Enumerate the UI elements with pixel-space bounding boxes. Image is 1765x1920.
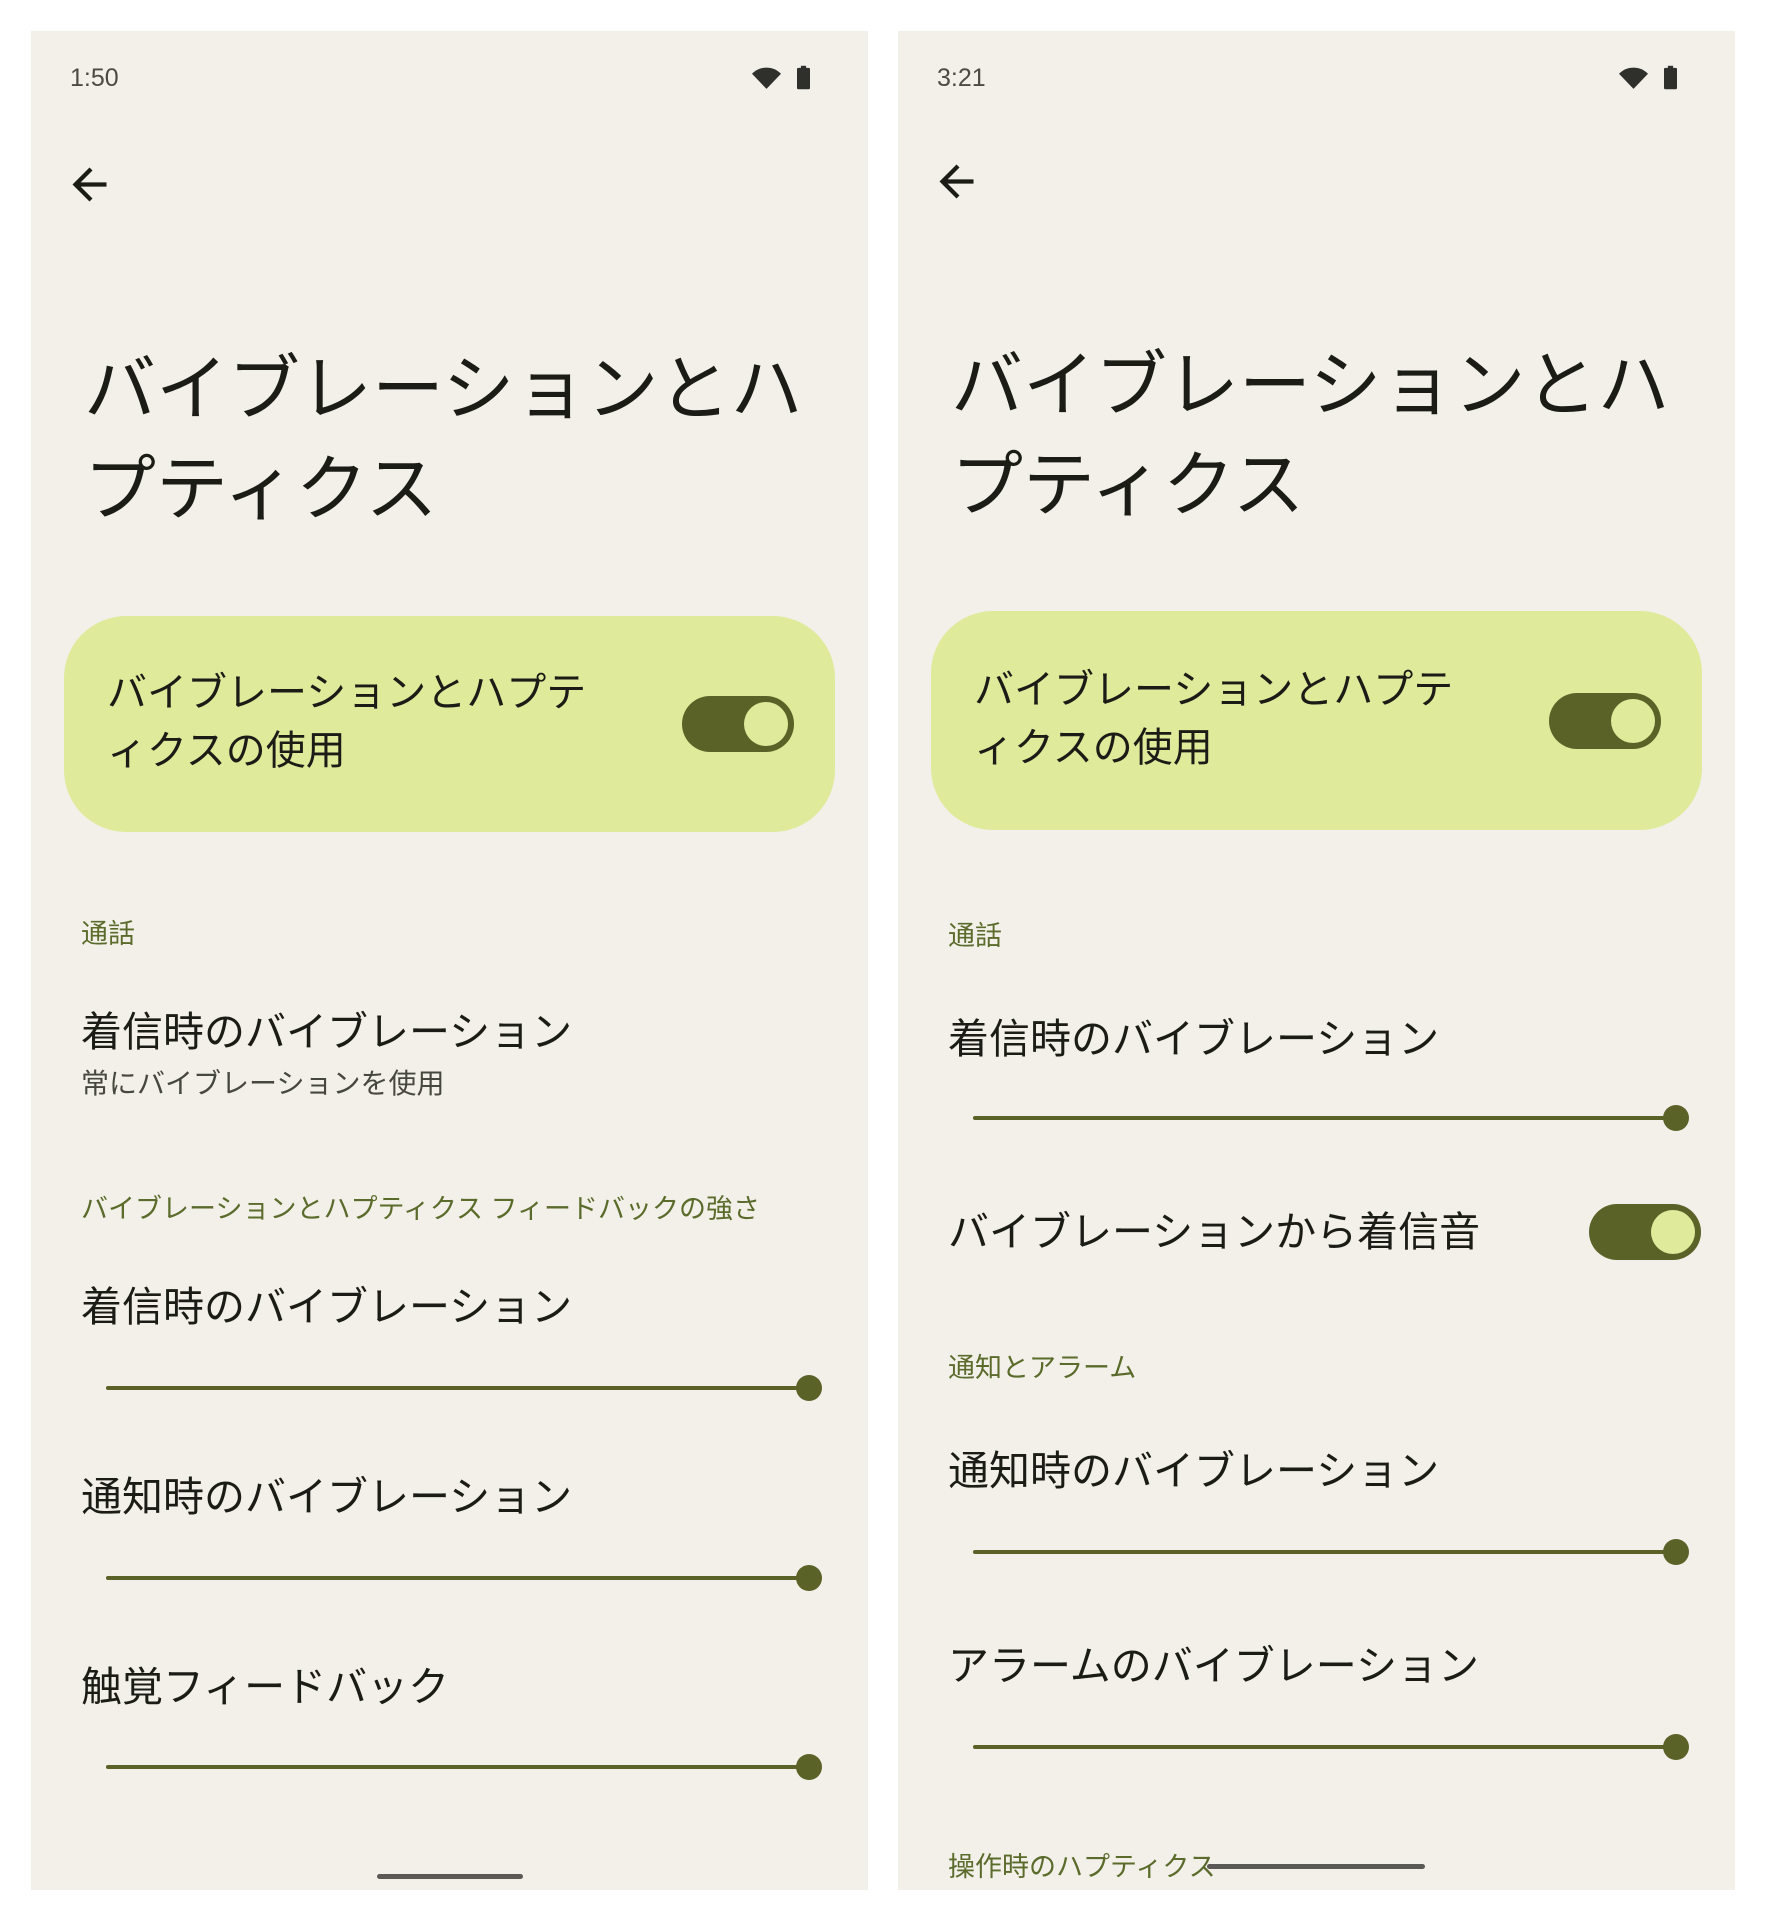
switch-thumb bbox=[1611, 699, 1655, 743]
arrow-back-icon bbox=[72, 167, 107, 202]
main-switch-toggle[interactable] bbox=[1549, 693, 1661, 749]
switch-row-title: バイブレーションから着信音 bbox=[948, 1209, 1481, 1255]
status-time: 3:21 bbox=[937, 64, 986, 92]
slider-active-track bbox=[106, 1576, 809, 1580]
slider-row-touch-feedback: 触覚フィードバック bbox=[31, 1651, 868, 1801]
screen-right: 3:21 バイブレーションとハプティクス バイブレーションとハプティクスの使用 … bbox=[898, 31, 1735, 1890]
slider-title: 通知時のバイブレーション bbox=[81, 1474, 573, 1520]
section-header-calls: 通話 bbox=[948, 921, 1002, 951]
back-button[interactable] bbox=[64, 159, 115, 210]
slider-active-track bbox=[973, 1116, 1676, 1120]
slider-title: 着信時のバイブレーション bbox=[81, 1284, 573, 1330]
alarm-vibration-slider[interactable] bbox=[973, 1734, 1689, 1760]
slider-title: 通知時のバイブレーション bbox=[948, 1448, 1440, 1494]
pref-summary: 常にバイブレーションを使用 bbox=[81, 1068, 445, 1099]
slider-thumb[interactable] bbox=[1663, 1539, 1689, 1565]
battery-icon bbox=[797, 65, 810, 90]
touch-feedback-slider[interactable] bbox=[106, 1754, 822, 1780]
battery-icon bbox=[1664, 65, 1677, 90]
back-button[interactable] bbox=[931, 156, 982, 207]
slider-thumb[interactable] bbox=[796, 1754, 822, 1780]
slider-title: 着信時のバイブレーション bbox=[948, 1016, 1440, 1062]
status-time: 1:50 bbox=[70, 64, 119, 92]
wifi-icon bbox=[752, 67, 781, 89]
slider-active-track bbox=[106, 1765, 809, 1769]
section-header-interactive-haptics: 操作時のハプティクス bbox=[948, 1852, 1216, 1882]
main-switch-card[interactable]: バイブレーションとハプティクスの使用 bbox=[931, 611, 1702, 830]
section-header-calls: 通話 bbox=[81, 919, 135, 949]
main-switch-label: バイブレーションとハプティクスの使用 bbox=[107, 671, 587, 773]
slider-title: アラームのバイブレーション bbox=[948, 1643, 1479, 1689]
slider-title: 触覚フィードバック bbox=[81, 1664, 450, 1710]
slider-thumb[interactable] bbox=[1663, 1734, 1689, 1760]
switch-row-vibrate-then-ring[interactable]: バイブレーションから着信音 bbox=[898, 1181, 1735, 1281]
ring-vibration-slider[interactable] bbox=[973, 1105, 1689, 1131]
gesture-nav-handle[interactable] bbox=[1207, 1864, 1425, 1869]
main-switch-toggle[interactable] bbox=[682, 696, 794, 752]
arrow-back-icon bbox=[939, 164, 974, 199]
section-header-notifications-alarms: 通知とアラーム bbox=[948, 1353, 1137, 1383]
section-header-feedback-strength: バイブレーションとハプティクス フィードバックの強さ bbox=[81, 1194, 760, 1224]
slider-thumb[interactable] bbox=[1663, 1105, 1689, 1131]
slider-row-notification-vibration: 通知時のバイブレーション bbox=[898, 1435, 1735, 1585]
switch-thumb bbox=[1651, 1210, 1695, 1254]
vibrate-then-ring-toggle[interactable] bbox=[1589, 1204, 1701, 1260]
slider-thumb[interactable] bbox=[796, 1565, 822, 1591]
slider-row-notification-vibration: 通知時のバイブレーション bbox=[31, 1461, 868, 1611]
slider-row-alarm-vibration: アラームのバイブレーション bbox=[898, 1630, 1735, 1780]
slider-active-track bbox=[973, 1745, 1676, 1749]
gesture-nav-handle[interactable] bbox=[377, 1874, 523, 1879]
main-switch-card[interactable]: バイブレーションとハプティクスの使用 bbox=[64, 616, 835, 832]
pref-row-incoming-call-vibration[interactable]: 着信時のバイブレーション 常にバイブレーションを使用 bbox=[31, 991, 868, 1121]
page-title: バイブレーションとハプティクス bbox=[84, 350, 803, 530]
slider-row-incoming-call-vibration: 着信時のバイブレーション bbox=[898, 1003, 1735, 1153]
notification-vibration-slider[interactable] bbox=[106, 1565, 822, 1591]
pref-title: 着信時のバイブレーション bbox=[81, 1009, 573, 1055]
switch-thumb bbox=[744, 702, 788, 746]
main-switch-label: バイブレーションとハプティクスの使用 bbox=[974, 668, 1454, 770]
page-title: バイブレーションとハプティクス bbox=[951, 346, 1670, 526]
slider-active-track bbox=[973, 1550, 1676, 1554]
screen-left: 1:50 バイブレーションとハプティクス バイブレーションとハプティクスの使用 … bbox=[31, 31, 868, 1890]
ring-vibration-slider[interactable] bbox=[106, 1375, 822, 1401]
slider-thumb[interactable] bbox=[796, 1375, 822, 1401]
notification-vibration-slider[interactable] bbox=[973, 1539, 1689, 1565]
wifi-icon bbox=[1619, 67, 1648, 89]
slider-row-incoming-call-vibration: 着信時のバイブレーション bbox=[31, 1271, 868, 1421]
slider-active-track bbox=[106, 1386, 809, 1390]
